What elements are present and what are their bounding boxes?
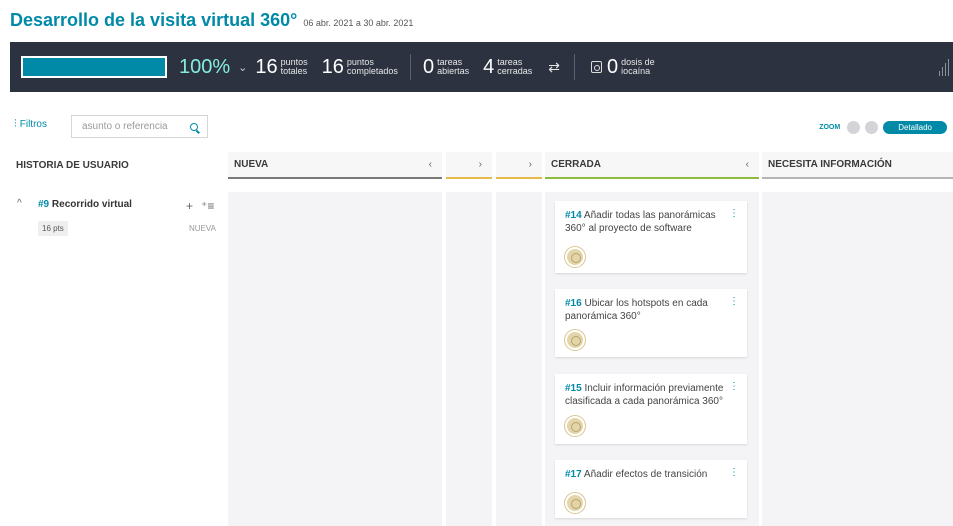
total-points-label: puntos totales bbox=[280, 57, 308, 76]
search-placeholder: asunto o referencia bbox=[82, 121, 168, 132]
zoom-label: ZOOM bbox=[819, 124, 841, 131]
open-tasks-value: 0 bbox=[422, 55, 435, 78]
card-menu-icon[interactable]: ⋮ bbox=[729, 380, 739, 393]
story-status: NUEVA bbox=[189, 224, 216, 233]
search-input[interactable]: asunto o referencia bbox=[71, 115, 208, 138]
closed-tasks-label: tareas cerradas bbox=[497, 57, 533, 76]
column-header-nueva: NUEVA ‹ bbox=[228, 152, 442, 179]
chevron-down-icon[interactable]: ⌄ bbox=[238, 61, 247, 74]
column-necesita-informacion[interactable] bbox=[762, 192, 953, 526]
progress-bar bbox=[21, 56, 167, 78]
open-tasks-stat: 0 tareas abiertas bbox=[423, 56, 469, 79]
card-menu-icon[interactable]: ⋮ bbox=[729, 466, 739, 479]
page-header: Desarrollo de la visita virtual 360° 06 … bbox=[10, 10, 413, 31]
user-story-title[interactable]: #9 Recorrido virtual bbox=[38, 199, 132, 210]
sprint-summary-bar: 100% ⌄ 16 puntos totales 16 puntos complet… bbox=[10, 42, 953, 92]
sprint-dates: 06 abr. 2021 a 30 abr. 2021 bbox=[303, 18, 414, 28]
progress-percentage: 100% bbox=[179, 55, 231, 78]
zoom-option-compact[interactable] bbox=[847, 121, 861, 134]
task-card[interactable]: ⋮ #16 Ubicar los hotspots en cada panorá… bbox=[555, 289, 747, 357]
collapse-story-icon[interactable]: ^ bbox=[17, 198, 22, 209]
filters-button[interactable]: ⫶ Filtros bbox=[14, 118, 47, 131]
column-header-necesita-informacion: NECESITA INFORMACIÓN bbox=[762, 152, 953, 179]
completed-points-stat: 16 puntos completados bbox=[322, 56, 398, 79]
user-story-panel bbox=[35, 192, 223, 526]
closed-tasks-value: 4 bbox=[483, 55, 495, 78]
expand-column-button[interactable]: › bbox=[529, 159, 532, 170]
task-card[interactable]: ⋮ #17 Añadir efectos de transición bbox=[555, 460, 747, 518]
collapse-column-button[interactable]: ‹ bbox=[429, 159, 432, 170]
card-menu-icon[interactable]: ⋮ bbox=[729, 207, 739, 220]
column-collapsed-2[interactable] bbox=[496, 192, 542, 526]
closed-tasks-stat: 4 tareas cerradas bbox=[483, 56, 532, 79]
iocaine-potion-icon bbox=[590, 61, 602, 73]
iocaine-stat: 0 dosis de iocaína bbox=[607, 56, 655, 79]
bulk-add-tasks-icon[interactable]: ⁺≡ bbox=[201, 199, 214, 213]
collapse-column-button[interactable]: ‹ bbox=[746, 159, 749, 170]
column-collapsed-1[interactable] bbox=[446, 192, 492, 526]
search-icon[interactable] bbox=[190, 122, 198, 131]
zoom-option-detailed[interactable]: Detallado bbox=[883, 121, 947, 134]
column-header-collapsed-1: › bbox=[446, 152, 492, 179]
zoom-control: ZOOM Detallado bbox=[819, 121, 947, 134]
total-points-stat: 16 puntos totales bbox=[255, 56, 307, 79]
column-header-collapsed-2: › bbox=[496, 152, 542, 179]
iocaine-value: 0 bbox=[606, 55, 619, 78]
add-task-icon[interactable]: + bbox=[186, 199, 193, 213]
assignee-avatar-icon[interactable] bbox=[565, 330, 585, 350]
swap-icon[interactable]: ⇄ bbox=[548, 59, 560, 76]
completed-points-value: 16 bbox=[321, 55, 344, 78]
column-header-cerrada: CERRADA ‹ bbox=[545, 152, 759, 179]
divider bbox=[573, 54, 575, 80]
user-story-actions: + ⁺≡ bbox=[186, 199, 214, 213]
open-tasks-label: tareas abiertas bbox=[437, 57, 470, 76]
filter-icon: ⫶ bbox=[14, 118, 17, 130]
story-points-badge: 16 pts bbox=[38, 221, 68, 236]
assignee-avatar-icon[interactable] bbox=[565, 416, 585, 436]
expand-column-button[interactable]: › bbox=[479, 159, 482, 170]
page-title: Desarrollo de la visita virtual 360° bbox=[10, 10, 298, 30]
column-header-user-story: HISTORIA DE USUARIO bbox=[10, 152, 226, 179]
divider bbox=[409, 54, 411, 80]
card-menu-icon[interactable]: ⋮ bbox=[729, 295, 739, 308]
assignee-avatar-icon[interactable] bbox=[565, 493, 585, 513]
progress-bar-fill bbox=[23, 58, 165, 76]
assignee-avatar-icon[interactable] bbox=[565, 247, 585, 267]
completed-points-label: puntos completados bbox=[346, 57, 398, 76]
burndown-graph-icon[interactable] bbox=[939, 59, 949, 76]
task-card[interactable]: ⋮ #14 Añadir todas las panorámicas 360° … bbox=[555, 201, 747, 273]
filters-label: Filtros bbox=[19, 119, 47, 130]
total-points-value: 16 bbox=[255, 55, 278, 78]
column-nueva[interactable] bbox=[228, 192, 442, 526]
task-card[interactable]: ⋮ #15 Incluir información previamente cl… bbox=[555, 374, 747, 444]
iocaine-label: dosis de iocaína bbox=[621, 57, 655, 76]
zoom-option-medium[interactable] bbox=[865, 121, 879, 134]
